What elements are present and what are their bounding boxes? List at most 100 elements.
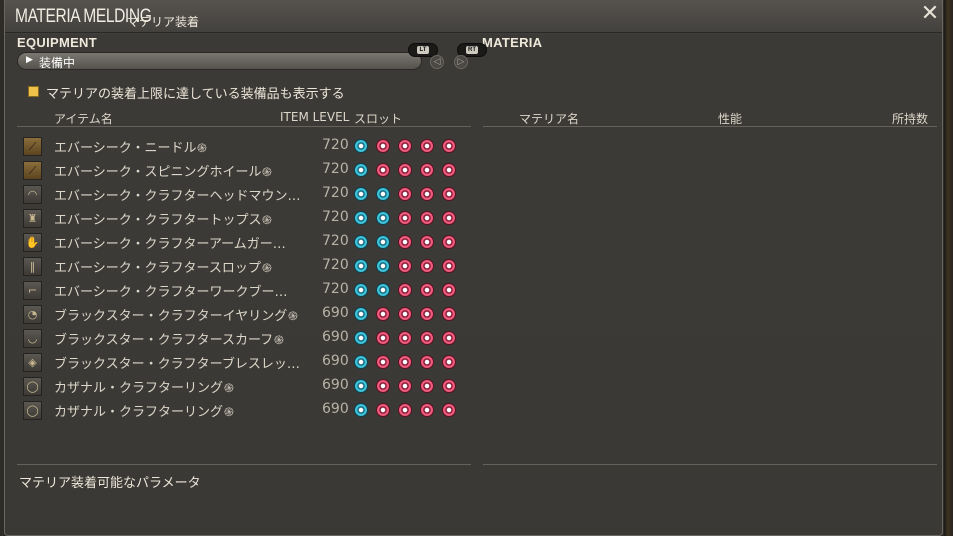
materia-slot-filled-icon[interactable] [354,139,368,153]
materia-slot-overmeld-icon[interactable] [420,403,434,417]
item-name: ブラックスター・クラフターイヤリング [54,309,288,324]
item-level: 690 [322,305,349,321]
materia-slot-overmeld-icon[interactable] [420,283,434,297]
materia-slot-overmeld-icon[interactable] [376,379,390,393]
materia-slot-filled-icon[interactable] [376,235,390,249]
equipment-row[interactable]: ♜ エバーシーク・クラフタートップス ֍ 720 [5,206,475,230]
materia-slot-filled-icon[interactable] [354,235,368,249]
ring-icon: ◯ [23,401,42,420]
col-performance: 性能 [718,112,743,126]
materia-slot-overmeld-icon[interactable] [398,163,412,177]
materia-slot-overmeld-icon[interactable] [398,379,412,393]
item-level: 720 [322,161,349,177]
headgear-icon: ◠ [23,185,42,204]
col-owned: 所持数 [892,112,929,126]
item-name: エバーシーク・クラフタートップス [54,213,262,228]
materia-slot-overmeld-icon[interactable] [398,307,412,321]
materia-slot-overmeld-icon[interactable] [420,235,434,249]
materia-slot-filled-icon[interactable] [376,211,390,225]
materia-slot-overmeld-icon[interactable] [442,331,456,345]
hq-icon: ֍ [274,333,284,347]
materia-slot-overmeld-icon[interactable] [376,355,390,369]
materia-slot-overmeld-icon[interactable] [420,163,434,177]
close-x-icon[interactable]: ✕ [919,3,941,25]
equipment-row[interactable]: ◠ エバーシーク・クラフターヘッドマウン… 720 [5,182,475,206]
hq-icon: ֍ [262,261,272,275]
equipment-row[interactable]: ◈ ブラックスター・クラフターブレスレッ… 690 [5,350,475,374]
materia-slot-overmeld-icon[interactable] [398,331,412,345]
item-level: 690 [322,377,349,393]
materia-slot-overmeld-icon[interactable] [420,307,434,321]
col-materia-name: マテリア名 [519,112,580,126]
materia-slot-filled-icon[interactable] [354,187,368,201]
materia-slot-overmeld-icon[interactable] [398,403,412,417]
materia-slot-overmeld-icon[interactable] [376,139,390,153]
item-level: 690 [322,353,349,369]
materia-slot-overmeld-icon[interactable] [420,331,434,345]
materia-slot-overmeld-icon[interactable] [420,355,434,369]
materia-slot-filled-icon[interactable] [354,283,368,297]
materia-slot-overmeld-icon[interactable] [442,283,456,297]
show-maxed-label[interactable]: マテリアの装着上限に達している装備品も表示する [46,83,345,102]
materia-slot-overmeld-icon[interactable] [442,187,456,201]
materia-slot-overmeld-icon[interactable] [442,235,456,249]
materia-slot-overmeld-icon[interactable] [376,331,390,345]
item-name: エバーシーク・クラフタースロップ [54,261,261,276]
materia-slot-overmeld-icon[interactable] [442,163,456,177]
equipment-row[interactable]: ‖ エバーシーク・クラフタースロップ ֍ 720 [5,254,475,278]
gloves-icon: ✋ [23,233,42,252]
materia-slot-filled-icon[interactable] [354,163,368,177]
title-bar[interactable]: MATERIA MELDING マテリア装着 ✕ [5,0,942,33]
materia-slot-filled-icon[interactable] [376,259,390,273]
materia-slot-overmeld-icon[interactable] [376,307,390,321]
materia-slot-filled-icon[interactable] [354,355,368,369]
equipment-row[interactable]: ◯ カザナル・クラフターリング ֍ 690 [5,398,475,422]
materia-slot-overmeld-icon[interactable] [442,211,456,225]
materia-slot-overmeld-icon[interactable] [398,187,412,201]
materia-slot-filled-icon[interactable] [376,283,390,297]
materia-slot-overmeld-icon[interactable] [376,163,390,177]
equipment-row[interactable]: ✋ エバーシーク・クラフターアームガー… 720 [5,230,475,254]
equipment-filter-dropdown[interactable]: ▶ 装備中 [17,52,422,70]
item-name: エバーシーク・ニードル [54,141,197,156]
equipment-heading: EQUIPMENT [17,35,97,50]
materia-slot-filled-icon[interactable] [354,403,368,417]
materia-slot-overmeld-icon[interactable] [398,259,412,273]
materia-slot-filled-icon[interactable] [376,187,390,201]
materia-slot-overmeld-icon[interactable] [442,307,456,321]
equipment-row[interactable]: ◔ ブラックスター・クラフターイヤリング ֍ 690 [5,302,475,326]
materia-slot-overmeld-icon[interactable] [420,379,434,393]
materia-slot-overmeld-icon[interactable] [442,403,456,417]
materia-slot-filled-icon[interactable] [354,259,368,273]
materia-slot-overmeld-icon[interactable] [420,211,434,225]
materia-slot-overmeld-icon[interactable] [442,139,456,153]
materia-slot-overmeld-icon[interactable] [398,355,412,369]
equipment-row[interactable]: ◡ ブラックスター・クラフタースカーフ ֍ 690 [5,326,475,350]
materia-slot-filled-icon[interactable] [354,331,368,345]
materia-slot-overmeld-icon[interactable] [376,403,390,417]
item-name: カザナル・クラフターリング [54,405,224,420]
equipment-row[interactable]: ⟋ エバーシーク・ニードル ֍ 720 [5,134,475,158]
next-arrow-icon[interactable]: ▷ [454,55,468,69]
hq-icon: ֍ [288,309,298,323]
show-maxed-checkbox[interactable] [28,86,39,97]
materia-slot-overmeld-icon[interactable] [420,187,434,201]
materia-slot-overmeld-icon[interactable] [398,283,412,297]
materia-slot-overmeld-icon[interactable] [398,139,412,153]
materia-slot-overmeld-icon[interactable] [398,211,412,225]
prev-arrow-icon[interactable]: ◁ [430,55,444,69]
materia-slot-overmeld-icon[interactable] [398,235,412,249]
materia-slot-overmeld-icon[interactable] [442,379,456,393]
materia-slot-filled-icon[interactable] [354,307,368,321]
materia-slot-overmeld-icon[interactable] [420,139,434,153]
equipment-row[interactable]: ⟋ エバーシーク・スピニングホイール ֍ 720 [5,158,475,182]
materia-slot-filled-icon[interactable] [354,211,368,225]
equipment-row[interactable]: ⌐ エバーシーク・クラフターワークブー… 720 [5,278,475,302]
equipment-row[interactable]: ◯ カザナル・クラフターリング ֍ 690 [5,374,475,398]
materia-slot-overmeld-icon[interactable] [442,259,456,273]
materia-slot-overmeld-icon[interactable] [420,259,434,273]
ring-icon: ◯ [23,377,42,396]
body-armor-icon: ♜ [23,209,42,228]
materia-slot-overmeld-icon[interactable] [442,355,456,369]
materia-slot-filled-icon[interactable] [354,379,368,393]
